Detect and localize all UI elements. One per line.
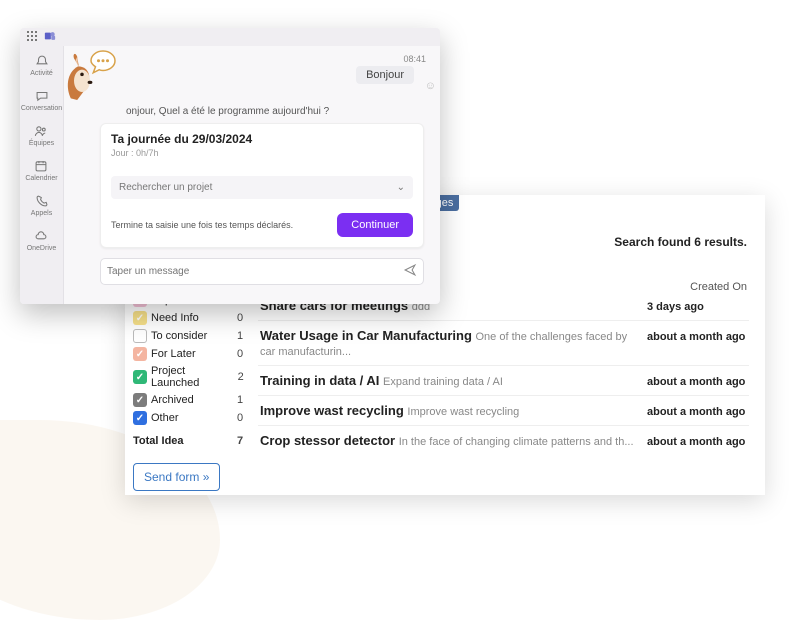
filter-sidebar: Unprocessed3✓Need Info0To consider1✓For … xyxy=(133,291,248,491)
idea-date: about a month ago xyxy=(647,376,747,388)
chevron-down-icon: ⌄ xyxy=(397,182,405,193)
smiley-reaction-icon[interactable]: ☺ xyxy=(425,80,436,92)
idea-title: Water Usage in Car Manufacturing xyxy=(260,328,476,343)
filter-label: Project Launched xyxy=(151,365,229,389)
filter-row[interactable]: ✓ For Later 0 xyxy=(133,345,248,363)
filter-label: Need Info xyxy=(151,312,199,324)
filter-count: 2 xyxy=(233,371,248,383)
project-select[interactable]: Rechercher un projet ⌄ xyxy=(111,176,413,199)
rail: Activité Conversation Équipes Calendrier… xyxy=(20,46,64,304)
filter-count: 1 xyxy=(232,394,248,406)
idea-date: about a month ago xyxy=(647,331,747,343)
idea-title: Improve wast recycling xyxy=(260,403,407,418)
user-message-bubble: Bonjour xyxy=(356,66,414,84)
rail-onedrive[interactable]: OneDrive xyxy=(27,229,57,252)
chat-area: 08:41 Bonjour ☺ onjour, Quel a été le pr… xyxy=(64,50,440,304)
project-select-placeholder: Rechercher un projet xyxy=(119,182,212,193)
filter-count: 0 xyxy=(232,348,248,360)
idea-desc: Improve wast recycling xyxy=(407,406,519,418)
rail-chat[interactable]: Conversation xyxy=(21,89,62,112)
filter-checkbox[interactable]: ✓ xyxy=(133,311,147,325)
filter-row[interactable]: ✓ Archived 1 xyxy=(133,391,248,409)
filter-checkbox[interactable]: ✓ xyxy=(133,347,147,361)
idea-list: Share cars for meetings ddd3 days agoWat… xyxy=(258,291,749,491)
message-input[interactable] xyxy=(107,266,403,277)
idea-desc: Expand training data / AI xyxy=(383,376,503,388)
filter-row[interactable]: To consider 1 xyxy=(133,327,248,345)
filter-count: 0 xyxy=(232,312,248,324)
titlebar xyxy=(20,28,440,46)
filter-count: 0 xyxy=(232,412,248,424)
idea-row[interactable]: Crop stessor detector In the face of cha… xyxy=(258,426,749,455)
card-subtitle: Jour : 0h/7h xyxy=(111,148,413,158)
filter-row[interactable]: ✓ Need Info 0 xyxy=(133,309,248,327)
filter-row[interactable]: ✓ Project Launched 2 xyxy=(133,363,248,391)
rail-calls[interactable]: Appels xyxy=(31,194,52,217)
filter-row[interactable]: ✓ Other 0 xyxy=(133,409,248,427)
filter-label: Other xyxy=(151,412,179,424)
idea-desc: In the face of changing climate patterns… xyxy=(399,436,634,448)
idea-title: Crop stessor detector xyxy=(260,433,399,448)
idea-date: about a month ago xyxy=(647,436,747,448)
teams-logo-icon xyxy=(44,30,56,45)
idea-title: Training in data / AI xyxy=(260,373,383,388)
total-count: 7 xyxy=(232,435,248,447)
created-on-header: Created On xyxy=(690,281,747,293)
message-timestamp: 08:41 xyxy=(403,54,426,64)
idea-row[interactable]: Improve wast recycling Improve wast recy… xyxy=(258,396,749,426)
idea-date: about a month ago xyxy=(647,406,747,418)
message-composer[interactable] xyxy=(100,258,424,285)
search-result-count: Search found 6 results. xyxy=(614,235,747,249)
idea-row[interactable]: Training in data / AI Expand training da… xyxy=(258,366,749,396)
day-card: Ta journée du 29/03/2024 Jour : 0h/7h Re… xyxy=(100,123,424,248)
send-form-button[interactable]: Send form » xyxy=(133,463,220,491)
rail-calendar[interactable]: Calendrier xyxy=(25,159,57,182)
card-title: Ta journée du 29/03/2024 xyxy=(111,132,413,146)
filter-checkbox[interactable]: ✓ xyxy=(133,370,147,384)
waffle-icon[interactable] xyxy=(26,30,38,45)
rail-teams[interactable]: Équipes xyxy=(29,124,54,147)
filter-checkbox[interactable]: ✓ xyxy=(133,411,147,425)
rail-activity[interactable]: Activité xyxy=(30,54,53,77)
filter-checkbox[interactable] xyxy=(133,329,147,343)
filter-label: Archived xyxy=(151,394,194,406)
filter-label: For Later xyxy=(151,348,196,360)
send-icon[interactable] xyxy=(403,263,417,280)
filter-checkbox[interactable]: ✓ xyxy=(133,393,147,407)
teams-window: Activité Conversation Équipes Calendrier… xyxy=(20,28,440,304)
idea-row[interactable]: Water Usage in Car Manufacturing One of … xyxy=(258,321,749,366)
card-hint: Termine ta saisie une fois tes temps déc… xyxy=(111,220,325,230)
continue-button[interactable]: Continuer xyxy=(337,213,413,237)
bot-greeting: onjour, Quel a été le programme aujourd'… xyxy=(126,106,430,117)
filter-count: 1 xyxy=(232,330,248,342)
total-label: Total Idea xyxy=(133,435,184,447)
idea-date: 3 days ago xyxy=(647,301,747,313)
filter-label: To consider xyxy=(151,330,207,342)
